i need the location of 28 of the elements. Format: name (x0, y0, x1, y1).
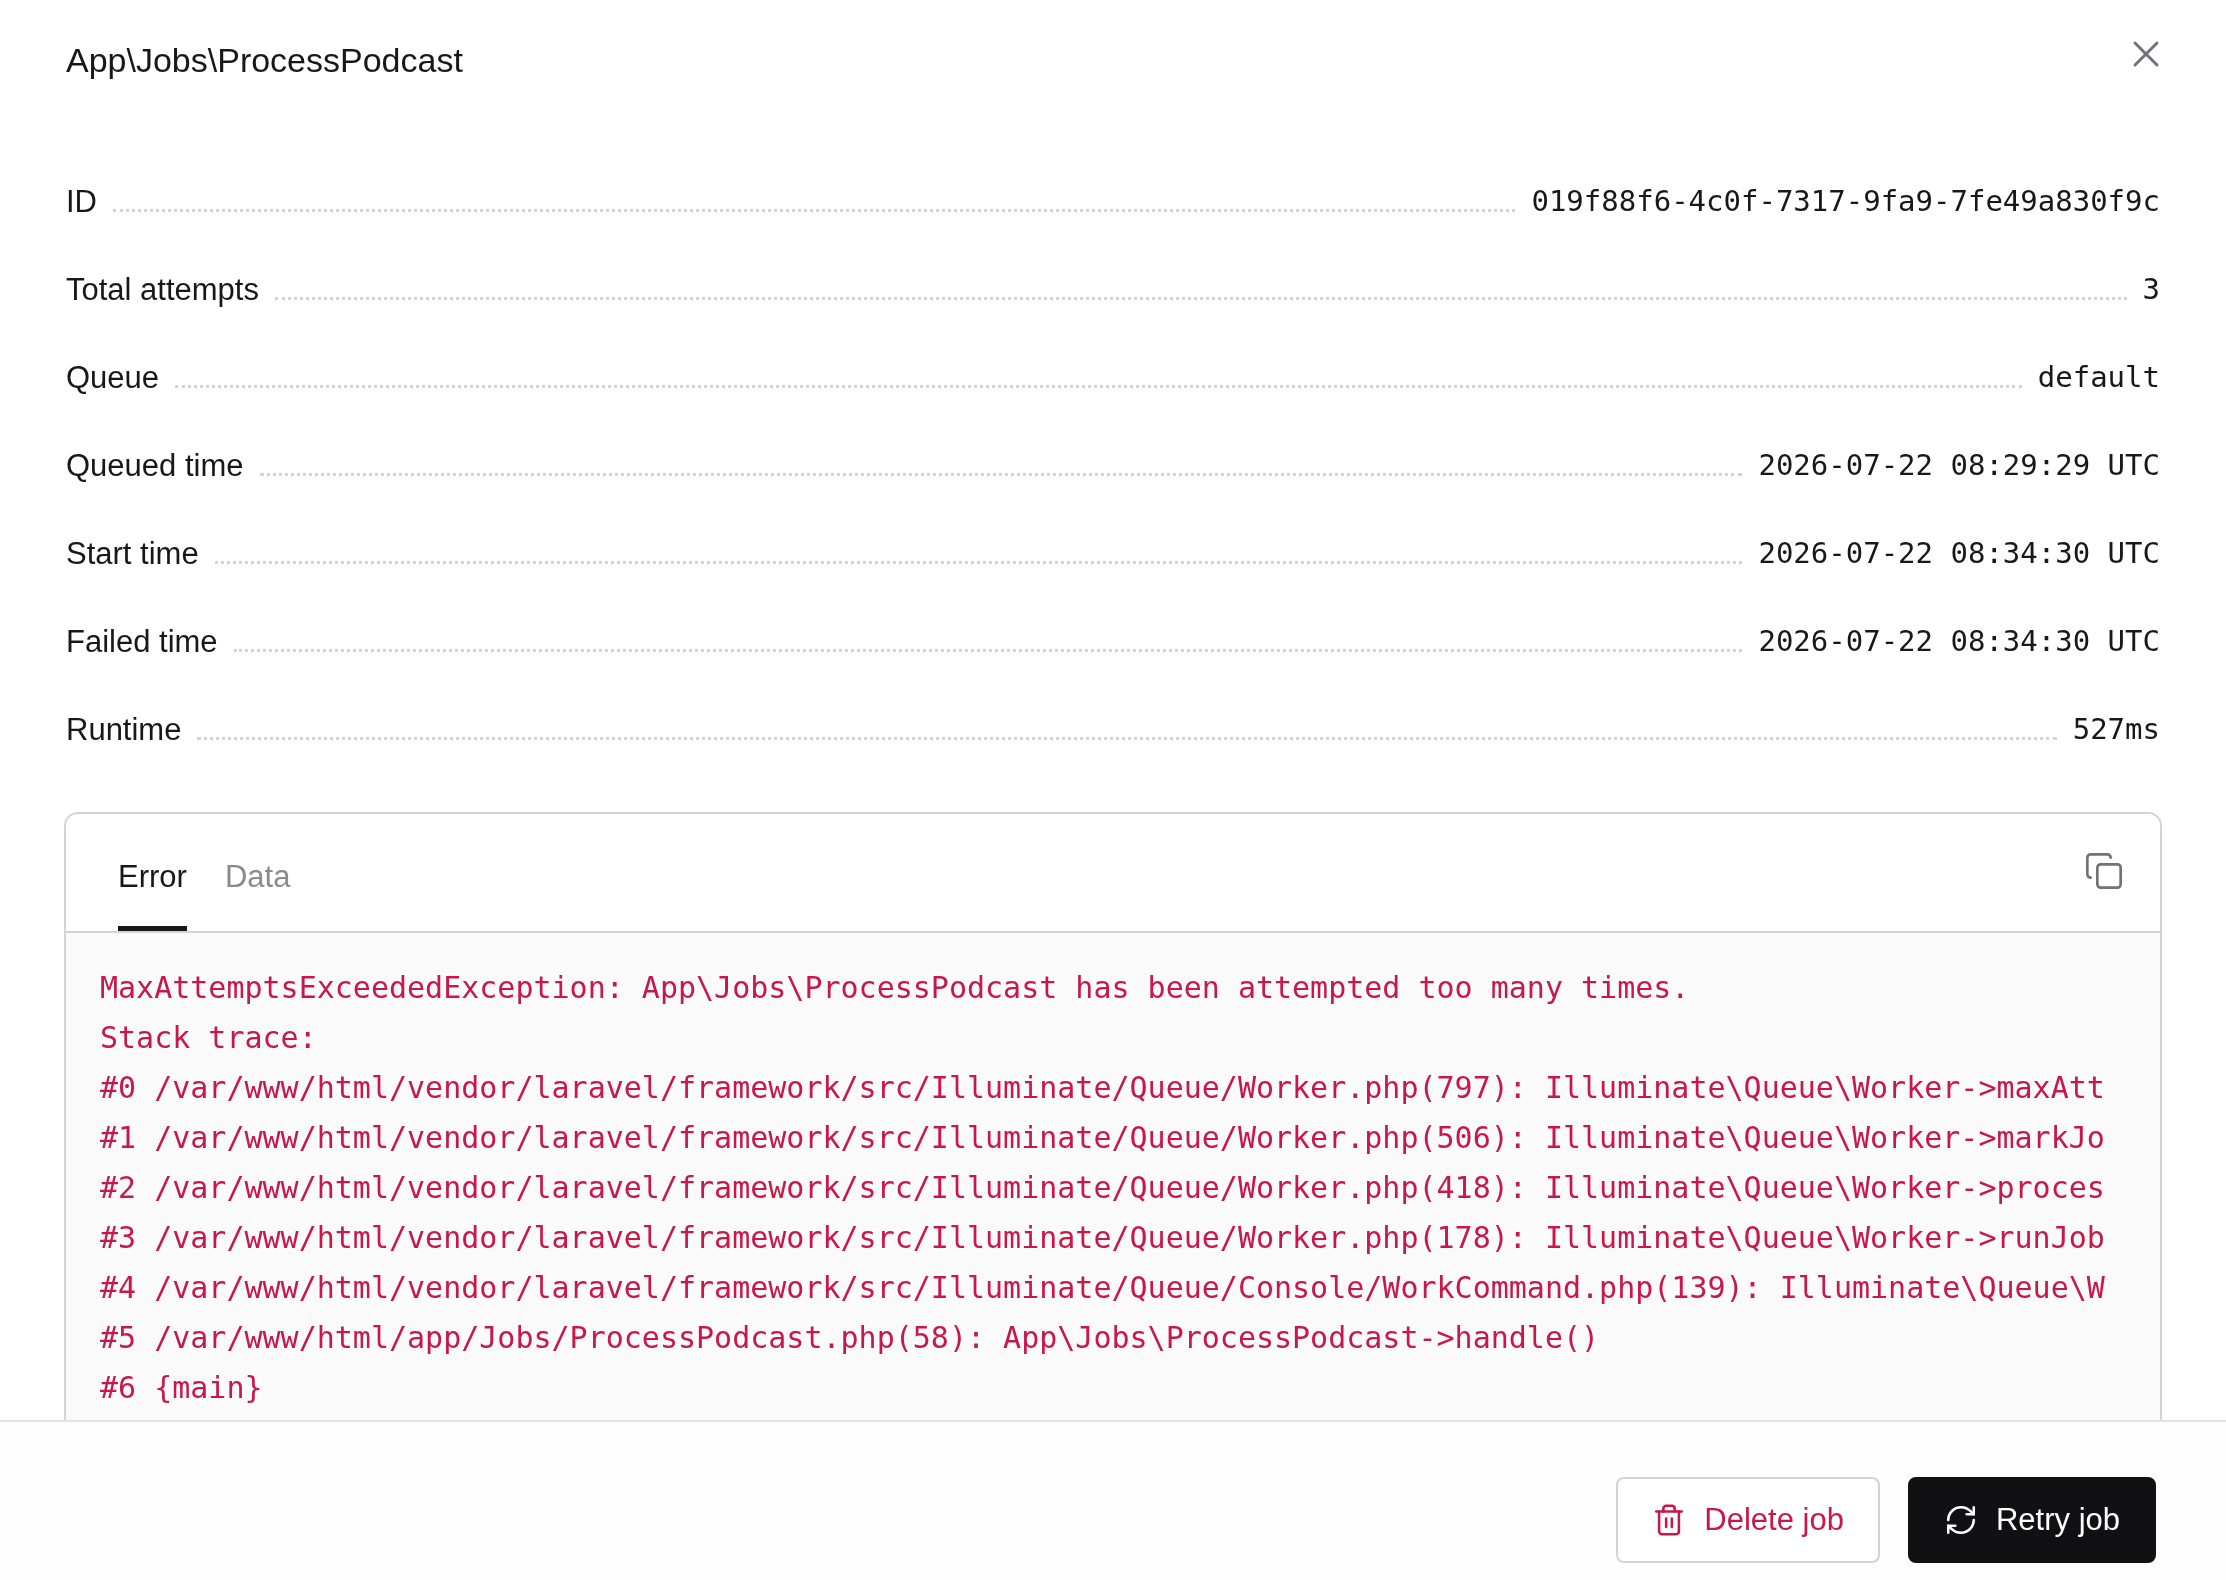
action-button[interactable]: Delete job (1616, 1477, 1880, 1563)
stack-trace-line: #1 /var/www/html/vendor/laravel/framework/src/Illuminate/Queue/Worker.php(506): Illuminate\Queue\Worker->markJo (100, 1119, 2105, 1157)
detail-label: Queue (66, 358, 160, 397)
detail-label: Failed time (66, 622, 218, 661)
action-button[interactable]: Retry job (1907, 1477, 2156, 1563)
stack-trace-line: #3 /var/www/html/vendor/laravel/framework/src/Illuminate/Queue/Worker.php(178): Illuminate\Queue\Worker->runJob (100, 1219, 2105, 1257)
stack-trace-line: Stack trace: (100, 1019, 317, 1057)
dialog-title: App\Jobs\ProcessPodcast (66, 40, 463, 81)
stack-trace-line: MaxAttemptsExceededException: App\Jobs\ProcessPodcast has been attempted too many times. (100, 969, 1690, 1007)
stack-trace-line: #5 /var/www/html/app/Jobs/ProcessPodcast.php(58): App\Jobs\ProcessPodcast->handle() (100, 1319, 1600, 1357)
detail-value: 2026-07-22 08:29:29 UTC (1758, 447, 2160, 485)
copy-button[interactable] (2084, 851, 2124, 891)
detail-value: 2026-07-22 08:34:30 UTC (1758, 623, 2160, 661)
stack-trace-line: #4 /var/www/html/vendor/laravel/framework/src/Illuminate/Queue/Console/WorkCommand.php(139): Illuminate\Queue\W (100, 1269, 2105, 1307)
detail-label: Runtime (66, 710, 182, 749)
detail-value: 3 (2142, 271, 2160, 309)
detail-label: Start time (66, 534, 199, 573)
detail-value: 2026-07-22 08:34:30 UTC (1758, 535, 2160, 573)
detail-value: 527ms (2072, 711, 2160, 749)
stack-trace-line: #6 {main} (100, 1369, 263, 1407)
detail-value: default (2037, 359, 2160, 397)
detail-value: 019f88f6-4c0f-7317-9fa9-7fe49a830f9c (1531, 183, 2160, 221)
stack-trace-line: #2 /var/www/html/vendor/laravel/framework/src/Illuminate/Queue/Worker.php(418): Illuminate\Queue\Worker->proces (100, 1169, 2105, 1207)
detail-label: Total attempts (66, 270, 259, 309)
detail-label: ID (66, 182, 97, 221)
copy-icon (2084, 851, 2124, 891)
detail-label: Queued time (66, 446, 244, 485)
stack-trace-line: #0 /var/www/html/vendor/laravel/framework/src/Illuminate/Queue/Worker.php(797): Illuminate\Queue\Worker->maxAtt (100, 1069, 2105, 1107)
